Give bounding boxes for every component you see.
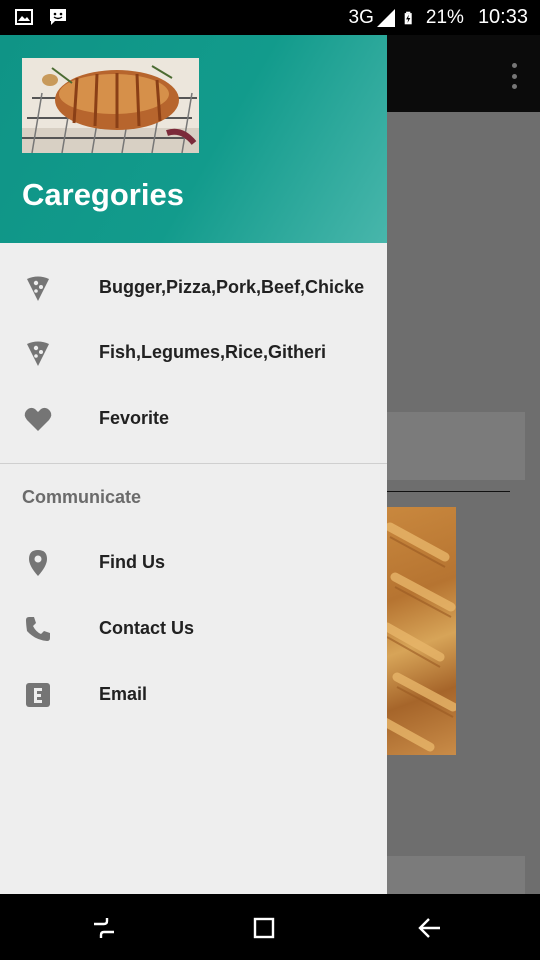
system-navigation-bar bbox=[0, 894, 540, 960]
drawer-title: Caregories bbox=[22, 177, 184, 212]
menu-item-label: Fevorite bbox=[99, 408, 170, 428]
roast-meat-image bbox=[22, 58, 199, 153]
menu-item-contact-us[interactable]: Contact Us bbox=[0, 596, 387, 660]
network-type: 3G bbox=[348, 6, 374, 28]
battery-icon bbox=[404, 11, 412, 24]
clock: 10:33 bbox=[477, 6, 528, 28]
message-icon bbox=[50, 9, 66, 25]
phone-icon bbox=[26, 617, 50, 641]
image-icon bbox=[15, 9, 33, 25]
pasta-image bbox=[380, 507, 458, 755]
battery-level: 21% bbox=[425, 6, 464, 28]
section-title: Communicate bbox=[22, 487, 142, 507]
location-pin-icon bbox=[29, 550, 47, 576]
drawer-header: Caregories bbox=[0, 35, 387, 243]
menu-item-label: Bugger,Pizza,Pork,Beef,Chicke bbox=[99, 277, 365, 297]
heart-icon bbox=[24, 407, 52, 431]
menu-item-label: Fish,Legumes,Rice,Githeri bbox=[99, 342, 327, 362]
recent-apps-icon[interactable] bbox=[90, 914, 118, 942]
menu-item-label: Email bbox=[99, 684, 148, 704]
home-icon[interactable] bbox=[250, 914, 278, 942]
menu-item-label: Contact Us bbox=[99, 618, 195, 638]
overflow-menu-icon[interactable] bbox=[510, 63, 518, 89]
menu-item-fish-legumes[interactable]: Fish,Legumes,Rice,Githeri bbox=[0, 320, 387, 384]
menu-item-favorite[interactable]: Fevorite bbox=[0, 386, 387, 450]
navigation-drawer: Caregories Bugger,Pizza,Pork,Beef,Chicke… bbox=[0, 35, 387, 894]
back-icon[interactable] bbox=[416, 914, 444, 942]
background-card bbox=[380, 412, 525, 480]
menu-item-find-us[interactable]: Find Us bbox=[0, 530, 387, 594]
email-icon bbox=[26, 683, 50, 707]
menu-item-label: Find Us bbox=[99, 552, 165, 572]
background-divider bbox=[385, 491, 510, 492]
pizza-icon bbox=[27, 276, 49, 301]
background-card bbox=[380, 856, 525, 894]
menu-item-burger-pizza[interactable]: Bugger,Pizza,Pork,Beef,Chicke bbox=[0, 255, 387, 319]
pizza-icon bbox=[27, 341, 49, 366]
status-bar: 3G 21% 10:33 bbox=[0, 0, 540, 35]
menu-item-email[interactable]: Email bbox=[0, 662, 387, 726]
section-divider bbox=[0, 463, 387, 464]
signal-icon bbox=[376, 8, 395, 27]
